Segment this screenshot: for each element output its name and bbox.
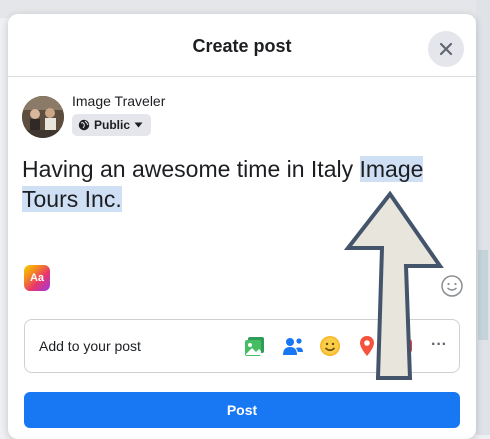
photo-video-icon[interactable]	[243, 334, 267, 358]
arrow-annotation-icon	[343, 190, 444, 380]
dialog-title: Create post	[192, 36, 292, 56]
dialog-header: Create post	[8, 14, 476, 77]
add-to-post-label: Add to your post	[39, 338, 141, 354]
audience-selector[interactable]: Public	[72, 114, 152, 136]
author-name[interactable]: Image Traveler	[72, 93, 165, 109]
post-text-selected-1: Image	[359, 156, 424, 182]
audience-label: Public	[94, 118, 131, 132]
caret-down-icon	[134, 122, 143, 128]
background-edge	[476, 0, 490, 435]
post-text-selected-2: Tours Inc.	[22, 186, 122, 212]
post-text-plain: Having an awesome time in Italy	[22, 156, 360, 182]
close-button[interactable]	[428, 31, 464, 67]
avatar[interactable]	[22, 96, 64, 138]
globe-icon	[78, 119, 90, 131]
close-icon	[439, 42, 453, 56]
post-button[interactable]: Post	[24, 392, 460, 428]
background-image-fragment	[478, 250, 488, 340]
background-style-button[interactable]: Aa	[24, 265, 50, 291]
tag-people-icon[interactable]	[281, 334, 305, 358]
